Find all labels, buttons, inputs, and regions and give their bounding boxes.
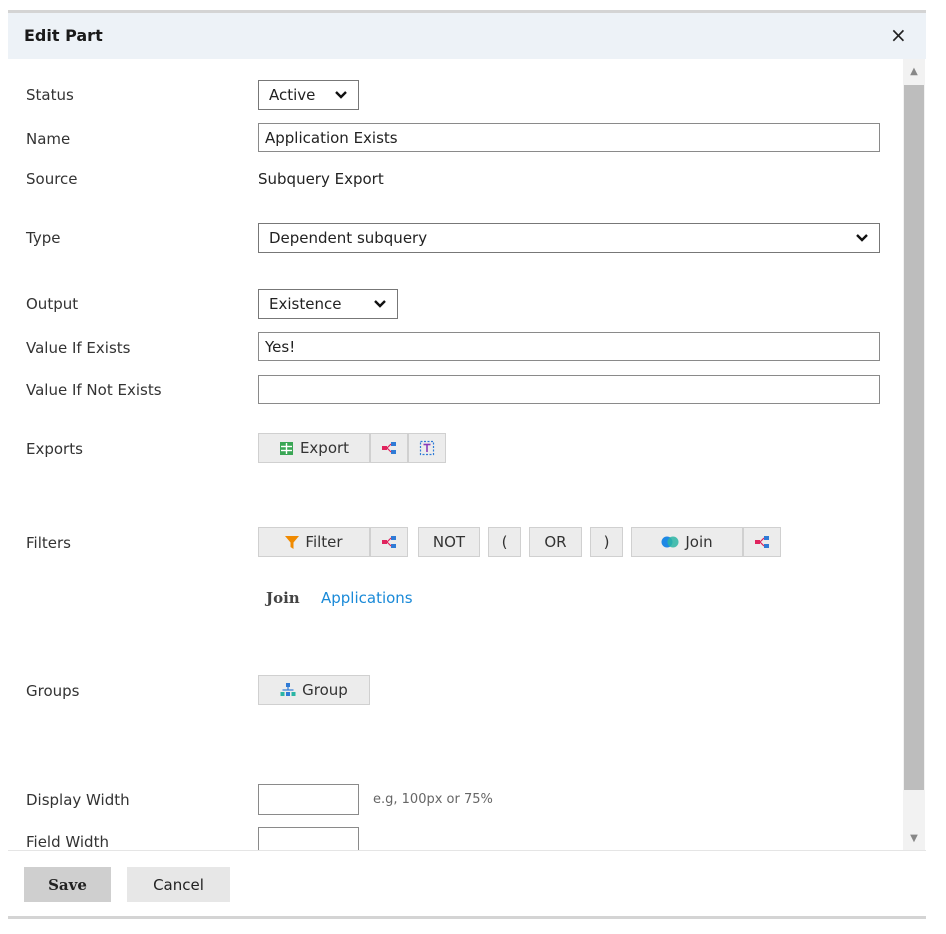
chevron-down-icon [374,300,386,308]
group-icon [280,683,296,696]
dialog-body: Status Active Name Application Exists So… [8,59,926,850]
applications-link[interactable]: Applications [321,589,413,607]
group-button[interactable]: Group [258,675,370,705]
export-button[interactable]: Export [258,433,370,463]
name-input-value: Application Exists [265,128,398,147]
open-paren-label: ( [501,533,508,551]
filter-button-label: Filter [305,533,343,551]
value-if-exists-value: Yes! [265,337,296,356]
output-select[interactable]: Existence [258,289,398,319]
close-icon[interactable]: × [890,23,907,47]
scrollbar-thumb[interactable] [904,85,924,790]
save-button[interactable]: Save [24,867,111,902]
type-select-value: Dependent subquery [269,229,428,247]
display-width-label: Display Width [26,791,130,809]
dialog-bottom-border [8,916,926,919]
value-if-exists-input[interactable]: Yes! [258,332,880,361]
tree-icon [755,536,769,548]
close-paren-button[interactable]: ) [590,527,623,557]
open-paren-button[interactable]: ( [488,527,521,557]
chevron-down-icon [856,234,868,242]
field-width-label: Field Width [26,833,109,850]
export-tree-button[interactable] [370,433,408,463]
join-tree-button[interactable] [743,527,781,557]
export-button-label: Export [299,439,350,457]
group-button-label: Group [302,681,348,699]
not-button[interactable]: NOT [418,527,480,557]
or-button-label: OR [544,533,567,551]
display-width-hint: e.g, 100px or 75% [373,792,493,807]
value-if-not-exists-input[interactable] [258,375,880,404]
close-paren-label: ) [603,533,610,551]
vertical-scrollbar[interactable]: ▲ ▼ [903,59,925,850]
filter-tree-button[interactable] [370,527,408,557]
join-button-label: Join [685,533,713,551]
join-row-label: Join [266,589,300,607]
groups-label: Groups [26,682,80,700]
display-width-input[interactable] [258,784,359,815]
name-label: Name [26,130,71,148]
cancel-button[interactable]: Cancel [127,867,230,902]
scroll-up-arrow-icon[interactable]: ▲ [903,61,925,81]
or-button[interactable]: OR [529,527,582,557]
filters-label: Filters [26,534,71,552]
export-text-button[interactable] [408,433,446,463]
value-if-not-exists-label: Value If Not Exists [26,381,162,399]
tree-icon [382,442,396,454]
join-button[interactable]: Join [631,527,743,557]
type-label: Type [26,229,61,247]
table-icon [279,441,293,455]
dialog-header: Edit Part × [8,13,926,59]
status-label: Status [26,86,74,104]
join-icon [661,536,679,548]
scroll-down-arrow-icon[interactable]: ▼ [903,828,925,848]
exports-label: Exports [26,440,83,458]
dialog-title: Edit Part [24,26,103,45]
dialog-footer: Save Cancel [8,850,926,918]
not-button-label: NOT [432,533,466,551]
filter-icon [285,535,300,549]
source-value: Subquery Export [258,170,384,188]
text-field-icon [419,440,435,456]
tree-icon [382,536,396,548]
status-select[interactable]: Active [258,80,359,110]
output-select-value: Existence [269,295,342,313]
source-label: Source [26,170,78,188]
status-select-value: Active [269,86,316,104]
filter-button[interactable]: Filter [258,527,370,557]
output-label: Output [26,295,79,313]
type-select[interactable]: Dependent subquery [258,223,880,253]
chevron-down-icon [335,91,347,99]
value-if-exists-label: Value If Exists [26,339,131,357]
name-input[interactable]: Application Exists [258,123,880,152]
field-width-input[interactable] [258,827,359,850]
